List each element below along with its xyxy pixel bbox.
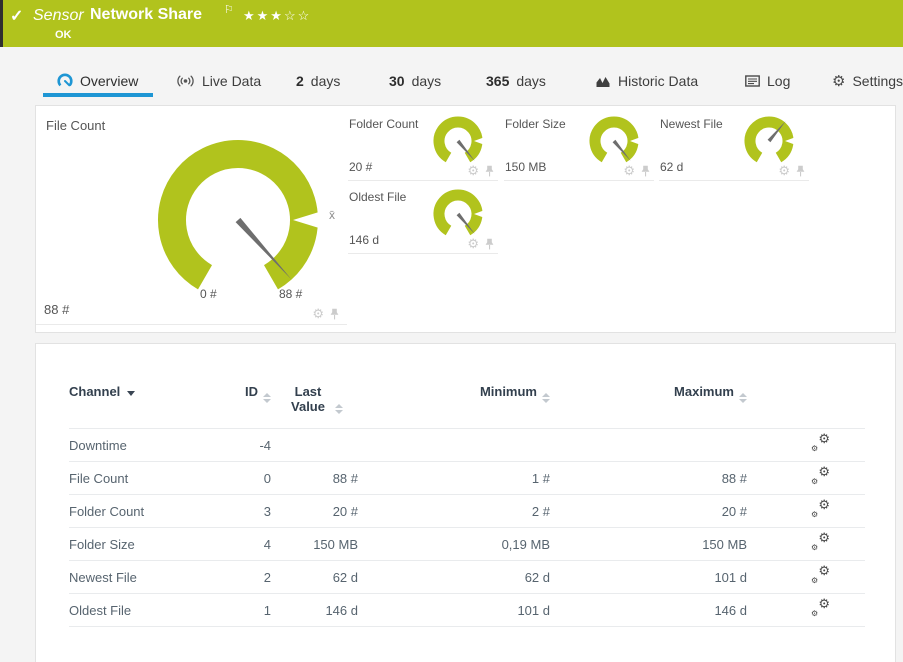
ok-check-icon: ✓	[10, 6, 23, 26]
header-minimum[interactable]: Minimum	[358, 382, 550, 429]
sort-icon	[263, 393, 271, 403]
priority-stars[interactable]: ★★★☆☆	[243, 8, 311, 24]
gauge-scale-max: 88 #	[279, 287, 302, 301]
gauge-icon	[57, 73, 73, 89]
edit-channel-icon[interactable]: ⚙⚙	[811, 535, 830, 551]
tab-overview[interactable]: Overview	[57, 73, 138, 89]
edit-channel-icon[interactable]: ⚙⚙	[811, 601, 830, 617]
gauge-current-value: 88 #	[44, 302, 69, 317]
file-count-gauge	[138, 120, 338, 298]
channels-table: Channel ID Last Value Minimum Maximum	[69, 382, 865, 627]
sorted-desc-icon	[127, 391, 135, 396]
pin-icon[interactable]	[641, 165, 650, 177]
tab-historic-data[interactable]: Historic Data	[595, 73, 698, 89]
header-channel[interactable]: Channel	[69, 382, 219, 429]
channels-table-panel: Channel ID Last Value Minimum Maximum	[35, 343, 896, 662]
area-chart-icon	[595, 75, 611, 88]
priority-flag-icon[interactable]: ⚐	[224, 3, 234, 16]
tab-30-days[interactable]: 30 days	[389, 73, 441, 89]
gauge-cell-newest-file[interactable]: Newest File 62 d ⚙	[659, 114, 809, 181]
sort-icon	[542, 393, 550, 403]
table-row: Downtime -4 ⚙⚙	[69, 429, 865, 462]
header-actions	[747, 382, 865, 429]
channel-name: Downtime	[69, 429, 219, 462]
channel-name: Folder Size	[69, 528, 219, 561]
table-row: File Count 0 88 # 1 # 88 # ⚙⚙	[69, 462, 865, 495]
sensor-name: Network Share	[90, 6, 202, 24]
sensor-status-bar: ✓ Sensor Network Share ⚐ ★★★☆☆ OK	[0, 0, 903, 47]
channel-gear-icon[interactable]: ⚙	[467, 237, 479, 250]
tab-365-days[interactable]: 365 days	[486, 73, 546, 89]
folder-size-gauge	[586, 112, 644, 170]
channel-gear-icon[interactable]: ⚙	[778, 164, 790, 177]
pin-icon[interactable]	[330, 308, 339, 320]
sort-icon	[739, 393, 747, 403]
table-header-row: Channel ID Last Value Minimum Maximum	[69, 382, 865, 429]
channel-name: Folder Count	[69, 495, 219, 528]
edit-channel-icon[interactable]: ⚙⚙	[811, 568, 830, 584]
table-row: Folder Size 4 150 MB 0,19 MB 150 MB ⚙⚙	[69, 528, 865, 561]
channel-name: File Count	[69, 462, 219, 495]
channel-gear-icon[interactable]: ⚙	[623, 164, 635, 177]
pin-icon[interactable]	[485, 238, 494, 250]
gauge-cell-folder-size[interactable]: Folder Size 150 MB ⚙	[504, 114, 654, 181]
tab-settings[interactable]: ⚙ Settings	[832, 73, 903, 89]
pin-icon[interactable]	[485, 165, 494, 177]
header-id[interactable]: ID	[219, 382, 271, 429]
table-row: Oldest File 1 146 d 101 d 146 d ⚙⚙	[69, 594, 865, 627]
sort-icon	[335, 404, 343, 414]
channel-gear-icon[interactable]: ⚙	[467, 164, 479, 177]
window-edge	[0, 0, 3, 47]
edit-channel-icon[interactable]: ⚙⚙	[811, 502, 830, 518]
header-last-value[interactable]: Last Value	[271, 382, 358, 429]
table-row: Newest File 2 62 d 62 d 101 d ⚙⚙	[69, 561, 865, 594]
newest-file-gauge	[741, 112, 799, 170]
mean-marker-label: x̄	[329, 208, 335, 222]
tab-live-data[interactable]: Live Data	[176, 73, 261, 89]
object-kind-label: Sensor	[33, 7, 84, 25]
tab-2-days[interactable]: 2 days	[296, 73, 340, 89]
tab-log[interactable]: Log	[745, 73, 790, 89]
header-maximum[interactable]: Maximum	[550, 382, 747, 429]
folder-count-gauge	[430, 112, 488, 170]
gauge-title: File Count	[46, 118, 105, 133]
gauge-cell-folder-count[interactable]: Folder Count 20 # ⚙	[348, 114, 498, 181]
edit-channel-icon[interactable]: ⚙⚙	[811, 469, 830, 485]
gear-icon: ⚙	[832, 74, 845, 89]
active-tab-underline	[43, 93, 153, 97]
channel-name: Oldest File	[69, 594, 219, 627]
log-list-icon	[745, 75, 760, 87]
oldest-file-gauge	[430, 185, 488, 243]
gauge-scale-min: 0 #	[200, 287, 217, 301]
gauges-panel: File Count x̄ 0 # 88 # 88 # ⚙ Folder Cou…	[35, 105, 896, 333]
gauge-cell-oldest-file[interactable]: Oldest File 146 d ⚙	[348, 187, 498, 254]
edit-channel-icon[interactable]: ⚙⚙	[811, 436, 830, 452]
status-badge: OK	[55, 29, 72, 41]
channel-name: Newest File	[69, 561, 219, 594]
channel-gear-icon[interactable]: ⚙	[312, 307, 324, 320]
table-row: Folder Count 3 20 # 2 # 20 # ⚙⚙	[69, 495, 865, 528]
broadcast-icon	[176, 74, 195, 88]
pin-icon[interactable]	[796, 165, 805, 177]
gauge-cell-file-count[interactable]: File Count x̄ 0 # 88 # 88 # ⚙	[36, 106, 347, 325]
